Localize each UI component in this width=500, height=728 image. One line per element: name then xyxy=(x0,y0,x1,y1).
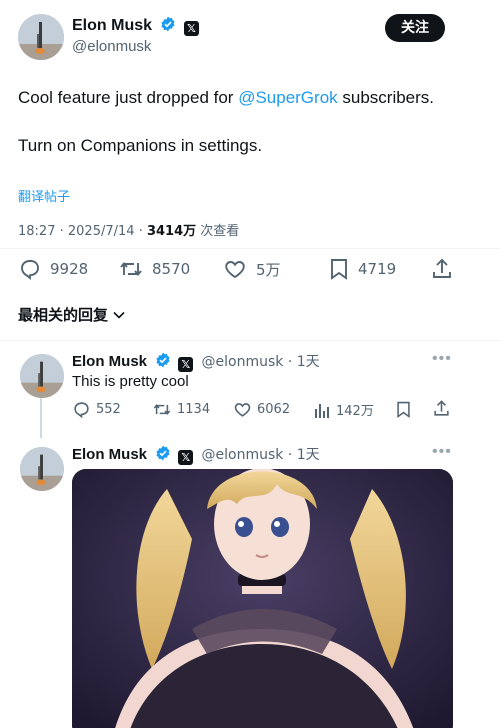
author-handle[interactable]: @elonmusk xyxy=(72,38,151,55)
meta-separator: · xyxy=(59,224,68,239)
sort-label: 最相关的回复 xyxy=(18,306,109,324)
more-options-button[interactable]: ••• xyxy=(432,443,452,461)
reply-text: This is pretty cool xyxy=(72,373,189,390)
author-avatar[interactable] xyxy=(18,14,64,60)
author-name[interactable]: Elon Musk xyxy=(72,17,152,34)
meta-separator: · xyxy=(283,447,297,463)
like-button[interactable]: 5万 xyxy=(222,257,281,281)
anime-character-illustration xyxy=(72,469,453,728)
reply-avatar[interactable] xyxy=(20,447,64,491)
share-icon xyxy=(433,258,451,278)
reply-header: Elon Musk 𝕏 @elonmusk · 1天 xyxy=(72,351,320,372)
repost-icon xyxy=(120,262,142,276)
bookmark-button[interactable] xyxy=(395,400,412,419)
follow-button[interactable]: 关注 xyxy=(385,14,445,42)
rocket-avatar-image xyxy=(18,14,64,60)
heart-icon xyxy=(234,403,251,417)
repost-icon xyxy=(153,404,171,415)
share-button[interactable] xyxy=(430,257,454,281)
reply-count: 9928 xyxy=(50,260,89,278)
views-count: 142万 xyxy=(336,404,374,419)
heart-icon xyxy=(225,261,245,279)
reply-button[interactable]: 9928 xyxy=(18,257,88,281)
verified-badge-icon xyxy=(156,352,170,368)
meta-separator: · xyxy=(138,224,147,239)
reply-author-name[interactable]: Elon Musk xyxy=(72,353,147,370)
reply-header: Elon Musk 𝕏 @elonmusk · 1天 xyxy=(72,444,320,465)
thread-line xyxy=(40,398,42,438)
reply-count: 552 xyxy=(96,402,121,417)
reply-age[interactable]: 1天 xyxy=(297,354,320,370)
views-button[interactable]: 142万 xyxy=(313,400,374,419)
reply-media-image[interactable] xyxy=(72,469,453,728)
divider xyxy=(0,248,500,249)
share-button[interactable] xyxy=(432,399,451,418)
tweet-meta: 18:27 · 2025/7/14 · 3414万 次查看 xyxy=(18,220,239,239)
bookmark-icon xyxy=(331,259,347,280)
tweet-text-line2: Turn on Companions in settings. xyxy=(18,136,263,155)
reply-icon xyxy=(21,260,39,280)
author-name-row[interactable]: Elon Musk 𝕏 xyxy=(72,16,199,36)
views-bar-chart-icon xyxy=(315,403,329,418)
sort-replies-dropdown[interactable]: 最相关的回复 xyxy=(18,304,126,325)
reply-author-name[interactable]: Elon Musk xyxy=(72,446,147,463)
repost-count: 8570 xyxy=(152,260,191,278)
reply-handle[interactable]: @elonmusk xyxy=(202,447,284,463)
like-button[interactable]: 6062 xyxy=(233,400,290,419)
views-label: 次查看 xyxy=(196,224,240,239)
reply-icon xyxy=(74,402,89,419)
tweet-text-part: subscribers. xyxy=(337,88,435,107)
repost-count: 1134 xyxy=(177,402,211,417)
share-icon xyxy=(434,400,449,416)
verified-badge-icon xyxy=(156,445,170,461)
chevron-down-icon xyxy=(113,311,125,319)
reply-avatar[interactable] xyxy=(20,354,64,398)
repost-button[interactable]: 1134 xyxy=(152,400,210,419)
divider xyxy=(0,340,500,341)
more-options-button[interactable]: ••• xyxy=(432,350,452,368)
bookmark-button[interactable]: 4719 xyxy=(328,257,396,281)
repost-button[interactable]: 8570 xyxy=(118,257,190,281)
x-logo-icon: 𝕏 xyxy=(183,21,199,36)
x-logo-icon: 𝕏 xyxy=(178,357,194,372)
reply-handle[interactable]: @elonmusk xyxy=(202,354,284,370)
rocket-avatar-image xyxy=(20,447,64,491)
like-count: 6062 xyxy=(257,402,291,417)
tweet-date[interactable]: 2025/7/14 xyxy=(68,224,135,239)
views-count: 3414万 xyxy=(146,224,197,239)
like-count: 5万 xyxy=(256,260,281,279)
tweet-text-part: Cool feature just dropped for xyxy=(18,88,239,107)
rocket-avatar-image xyxy=(20,354,64,398)
x-logo-icon: 𝕏 xyxy=(178,450,194,465)
tweet-text: Cool feature just dropped for @SuperGrok… xyxy=(18,86,488,182)
meta-separator: · xyxy=(283,354,297,370)
bookmark-count: 4719 xyxy=(358,260,397,278)
reply-button[interactable]: 552 xyxy=(72,400,121,419)
bookmark-icon xyxy=(397,401,410,418)
more-dots-icon: ••• xyxy=(432,350,452,367)
mention-link[interactable]: @SuperGrok xyxy=(238,88,337,107)
more-dots-icon: ••• xyxy=(432,443,452,460)
reply-age[interactable]: 1天 xyxy=(297,447,320,463)
verified-badge-icon xyxy=(161,16,176,32)
translate-post-link[interactable]: 翻译帖子 xyxy=(18,186,70,205)
tweet-time[interactable]: 18:27 xyxy=(18,224,55,239)
